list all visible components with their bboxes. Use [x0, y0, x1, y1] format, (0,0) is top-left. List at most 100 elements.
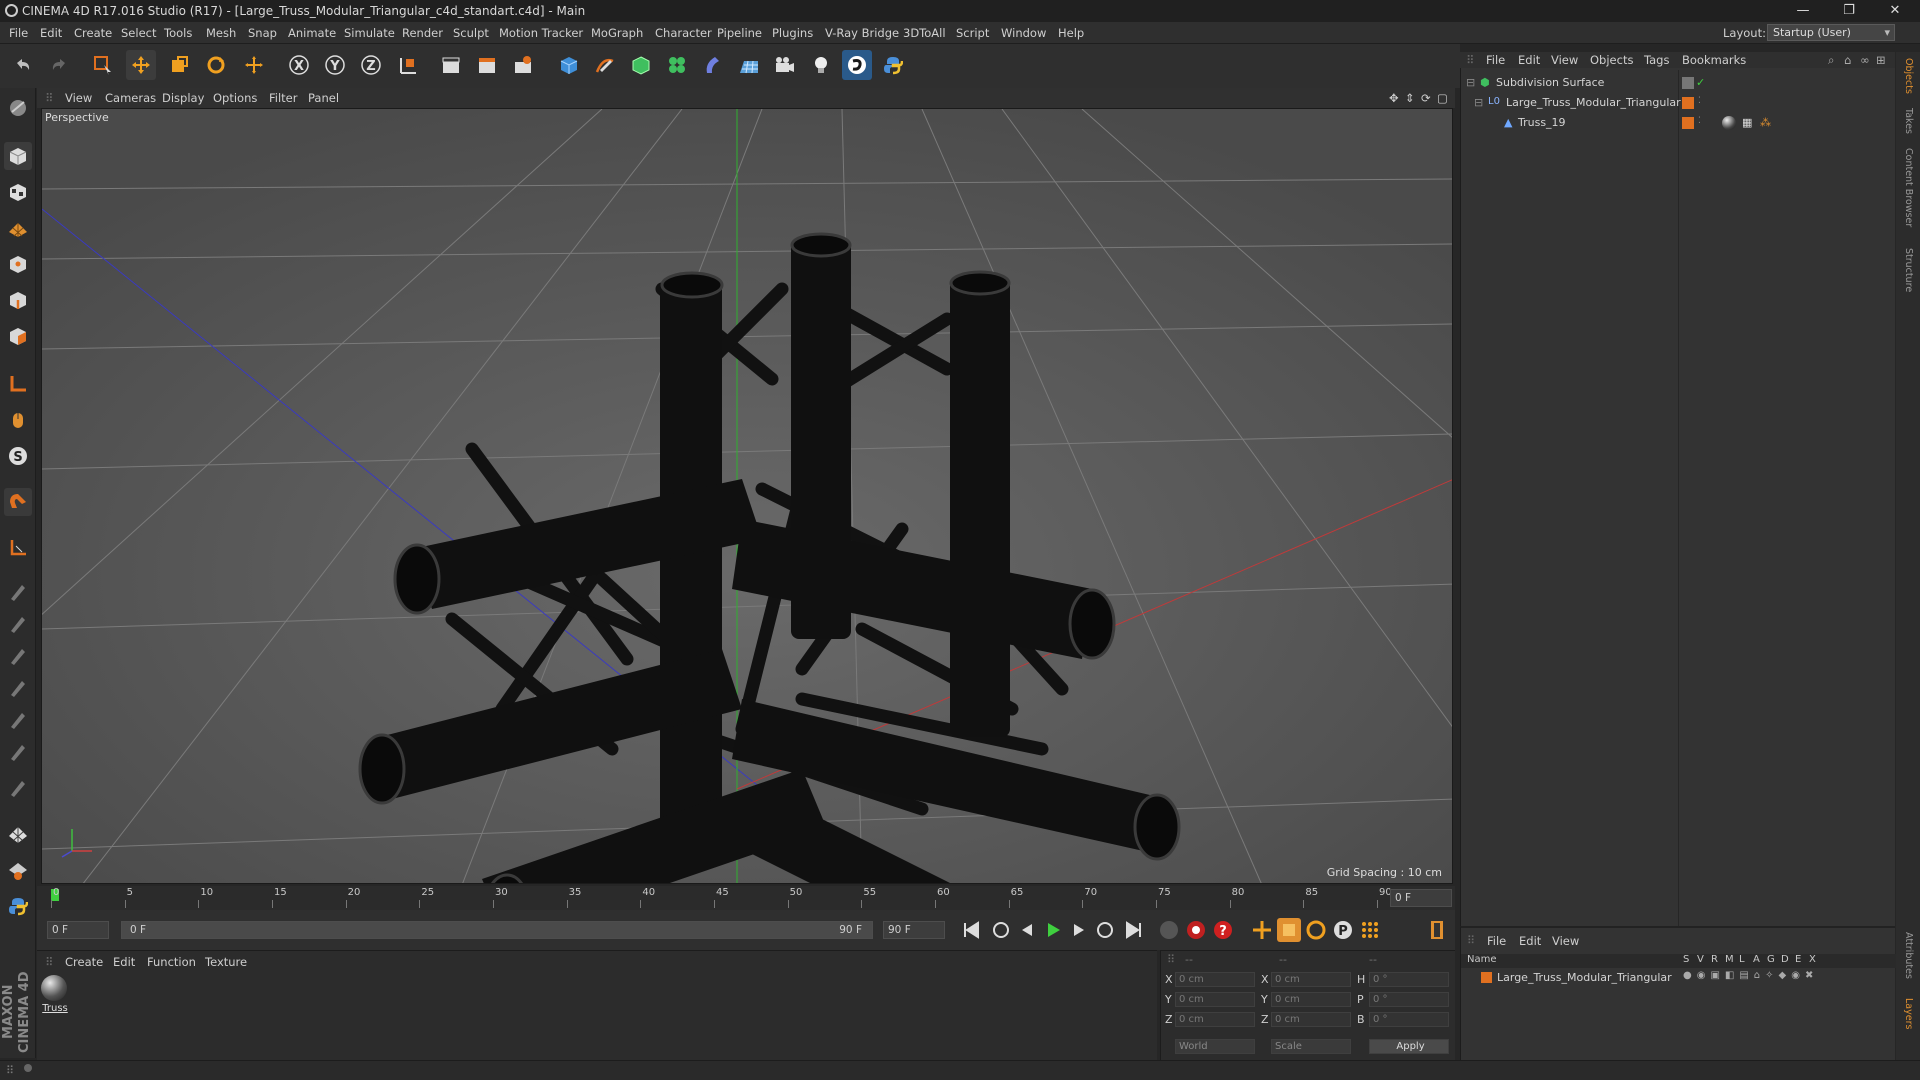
- material-menu-create[interactable]: Create: [65, 955, 103, 969]
- record-keys-disabled-button[interactable]: [1157, 918, 1181, 942]
- viewport-menu-display[interactable]: Display: [162, 91, 204, 105]
- menu-tools[interactable]: Tools: [164, 26, 192, 40]
- menu-animate[interactable]: Animate: [288, 26, 336, 40]
- viewport-menu-options[interactable]: Options: [213, 91, 257, 105]
- grid-lock-button[interactable]: [4, 820, 32, 848]
- collapse-toggle-icon[interactable]: ⊟: [1466, 76, 1475, 89]
- close-button[interactable]: ✕: [1872, 0, 1918, 22]
- menu-sculpt[interactable]: Sculpt: [453, 26, 489, 40]
- visibility-dots-icon[interactable]: ⁚: [1698, 96, 1701, 106]
- coordinate-space-dropdown[interactable]: World: [1175, 1039, 1255, 1054]
- move-tool-button[interactable]: [126, 50, 156, 80]
- add-light-button[interactable]: [806, 50, 836, 80]
- add-spline-button[interactable]: [590, 50, 620, 80]
- magnet-snapping-button[interactable]: [4, 488, 32, 516]
- menu-create[interactable]: Create: [74, 26, 112, 40]
- menu-edit[interactable]: Edit: [40, 26, 62, 40]
- points-mode-button[interactable]: [4, 250, 32, 278]
- tab-objects[interactable]: Objects: [1900, 58, 1914, 94]
- live-selection-button[interactable]: [88, 50, 118, 80]
- vray-bridge-button[interactable]: [842, 50, 872, 80]
- tab-structure[interactable]: Structure: [1900, 248, 1914, 292]
- enabled-check-icon[interactable]: ✓: [1696, 76, 1705, 89]
- next-key-button[interactable]: [1093, 918, 1117, 942]
- collapse-toggle-icon[interactable]: ⊟: [1474, 96, 1483, 109]
- object-menu-tags[interactable]: Tags: [1644, 53, 1669, 67]
- add-mograph-button[interactable]: [662, 50, 692, 80]
- viewport-rotate-icon[interactable]: ⟳: [1421, 91, 1431, 105]
- viewport-maximize-icon[interactable]: ▢: [1437, 91, 1448, 105]
- object-row-large-truss[interactable]: ⊟ L0 Large_Truss_Modular_Triangular ⁚: [1460, 94, 1895, 112]
- rotate-tool-button[interactable]: [201, 50, 231, 80]
- polygons-mode-button[interactable]: [4, 322, 32, 350]
- object-row-subdivision-surface[interactable]: ⊟ ⬢ Subdivision Surface ✓: [1460, 74, 1895, 92]
- brush-tool-1-button[interactable]: [4, 578, 32, 606]
- current-frame-field[interactable]: 0 F: [1390, 889, 1452, 907]
- viewport-menu-filter[interactable]: Filter: [269, 91, 297, 105]
- snap-button[interactable]: S: [4, 442, 32, 470]
- python-script-button[interactable]: [878, 50, 908, 80]
- viewport-menu-view[interactable]: View: [65, 91, 92, 105]
- layer-color-swatch[interactable]: [1682, 77, 1694, 89]
- workplane-mode-button[interactable]: [4, 214, 32, 242]
- link-icon[interactable]: ∞: [1860, 53, 1870, 67]
- brush-tool-2-button[interactable]: [4, 610, 32, 638]
- 3d-viewport[interactable]: Perspective Grid Spacing : 10 cm: [41, 108, 1453, 884]
- key-pla-button[interactable]: [1358, 918, 1382, 942]
- planar-workplane-button[interactable]: [4, 856, 32, 884]
- render-settings-button[interactable]: [508, 50, 538, 80]
- go-to-end-button[interactable]: [1122, 918, 1146, 942]
- layer-color-swatch[interactable]: [1481, 972, 1492, 983]
- edges-mode-button[interactable]: [4, 286, 32, 314]
- texture-mode-button[interactable]: [4, 178, 32, 206]
- tab-attributes[interactable]: Attributes: [1900, 932, 1914, 979]
- y-axis-lock-button[interactable]: Y: [320, 50, 350, 80]
- object-menu-objects[interactable]: Objects: [1590, 53, 1633, 67]
- object-menu-file[interactable]: File: [1486, 53, 1505, 67]
- go-to-start-button[interactable]: [959, 918, 983, 942]
- search-icon[interactable]: ⌕: [1828, 53, 1834, 68]
- add-camera-button[interactable]: [770, 50, 800, 80]
- menu-select[interactable]: Select: [121, 26, 156, 40]
- menu-window[interactable]: Window: [1001, 26, 1046, 40]
- undo-button[interactable]: [8, 50, 38, 80]
- material-menu-edit[interactable]: Edit: [113, 955, 135, 969]
- restore-button[interactable]: ❐: [1826, 0, 1872, 22]
- menu-help[interactable]: Help: [1058, 26, 1084, 40]
- minimize-button[interactable]: —: [1780, 0, 1826, 22]
- layer-menu-edit[interactable]: Edit: [1519, 934, 1541, 948]
- brush-tool-7-button[interactable]: [4, 774, 32, 802]
- scale-tool-button[interactable]: [164, 50, 194, 80]
- make-editable-button[interactable]: [4, 94, 32, 122]
- rotation-p-field[interactable]: 0 °: [1369, 992, 1449, 1007]
- menu-pipeline[interactable]: Pipeline: [717, 26, 762, 40]
- transform-tool-button[interactable]: [239, 50, 269, 80]
- visibility-dots-icon[interactable]: ⁚: [1698, 116, 1701, 126]
- menu-simulate[interactable]: Simulate: [344, 26, 395, 40]
- viewport-zoom-icon[interactable]: ⇕: [1405, 91, 1415, 105]
- menu-plugins[interactable]: Plugins: [772, 26, 813, 40]
- record-button[interactable]: [1184, 918, 1208, 942]
- key-scale-button[interactable]: [1277, 918, 1301, 942]
- layer-row[interactable]: Large_Truss_Modular_Triangular ●◉▣◧▤⌂✧◆◉…: [1461, 970, 1896, 986]
- axis-lock-button[interactable]: [4, 534, 32, 562]
- axis-mode-button[interactable]: [4, 370, 32, 398]
- coordinate-mode-dropdown[interactable]: Scale: [1271, 1039, 1351, 1054]
- render-view-button[interactable]: [436, 50, 466, 80]
- add-deformer-button[interactable]: [698, 50, 728, 80]
- frame-range-slider[interactable]: 0 F 90 F: [121, 921, 873, 939]
- layer-menu-file[interactable]: File: [1487, 934, 1506, 948]
- tweak-mode-button[interactable]: [4, 406, 32, 434]
- texture-tag-icon[interactable]: ▦: [1742, 116, 1752, 129]
- key-rotation-button[interactable]: [1304, 918, 1328, 942]
- key-parameter-button[interactable]: P: [1331, 918, 1355, 942]
- previous-key-button[interactable]: [989, 918, 1013, 942]
- menu-mograph[interactable]: MoGraph: [591, 26, 643, 40]
- x-axis-lock-button[interactable]: X: [284, 50, 314, 80]
- layer-color-swatch[interactable]: [1682, 117, 1694, 129]
- redo-button[interactable]: [44, 50, 74, 80]
- brush-tool-5-button[interactable]: [4, 706, 32, 734]
- python-lefttool-button[interactable]: [4, 892, 32, 920]
- viewport-menu-cameras[interactable]: Cameras: [105, 91, 156, 105]
- material-menu-texture[interactable]: Texture: [205, 955, 247, 969]
